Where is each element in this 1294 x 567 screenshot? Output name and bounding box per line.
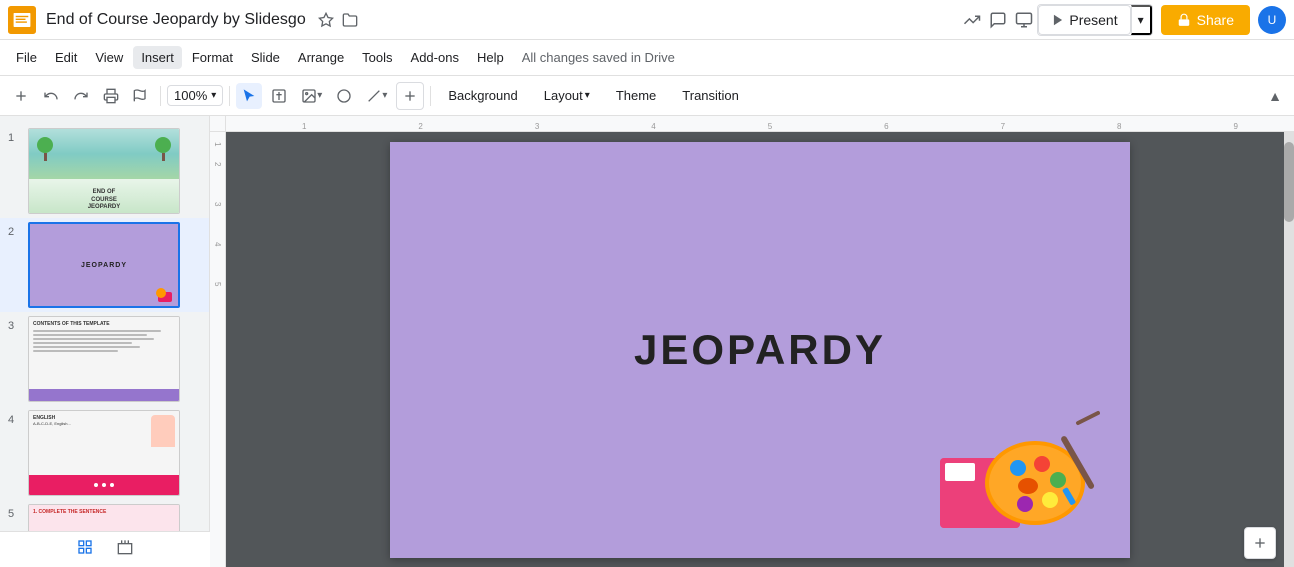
slide-thumb-1[interactable]: END OFCOURSEJEOPARDY	[28, 128, 180, 214]
slide-3-line	[33, 334, 147, 336]
slide-2-jeopardy-text: JEOPARDY	[81, 262, 127, 269]
menu-arrange[interactable]: Arrange	[290, 46, 352, 69]
ruler-vertical: 1 2 3 4 5	[210, 132, 226, 567]
scrollbar-thumb[interactable]	[1284, 142, 1294, 222]
add-slide-fab[interactable]	[1244, 527, 1276, 559]
toolbar: 100% ▾ ▾ ▾ Background Layout ▾ Theme Tra…	[0, 76, 1294, 116]
ruler-horizontal: 1 2 3 4 5 6 7 8 9	[210, 116, 1294, 132]
slide-3-line	[33, 346, 140, 348]
slide-number-2: 2	[8, 222, 22, 238]
paint-format-button[interactable]	[128, 83, 154, 109]
divider-1	[160, 86, 161, 106]
slide-3-line	[33, 338, 154, 340]
slide-item-1[interactable]: 1 END OFCOURSEJE	[0, 124, 209, 218]
zoom-control[interactable]: 100% ▾	[167, 85, 223, 106]
divider-2	[229, 86, 230, 106]
slide-3-bottom-bar	[29, 389, 179, 401]
canvas-area: 1 2 3 4 5 6 7 8 9 1 2 3 4 5	[210, 116, 1294, 567]
add-comment-button[interactable]	[396, 82, 424, 110]
slide-3-line	[33, 342, 132, 344]
slide-panel: 1 END OFCOURSEJE	[0, 116, 210, 567]
theme-button[interactable]: Theme	[605, 83, 667, 108]
toolbar-right: ▲	[1264, 84, 1286, 108]
collapse-toolbar-button[interactable]: ▲	[1264, 84, 1286, 108]
user-avatar[interactable]: U	[1258, 6, 1286, 34]
slide-number-1: 1	[8, 128, 22, 144]
slide-main-title[interactable]: JEOPARDY	[634, 326, 886, 374]
slide-item-2[interactable]: 2 JEOPARDY	[0, 218, 209, 312]
slide-thumb-4[interactable]: ENGLISHA-B-C-D-E, English...	[28, 410, 180, 496]
saved-indicator: All changes saved in Drive	[522, 50, 675, 65]
background-button[interactable]: Background	[437, 83, 528, 108]
app-logo	[8, 6, 36, 34]
layout-button[interactable]: Layout ▾	[533, 83, 601, 108]
slide-item-3[interactable]: 3 CONTENTS OF THIS TEMPLATE	[0, 312, 209, 406]
slide-decoration	[930, 408, 1100, 543]
redo-button[interactable]	[68, 83, 94, 109]
menu-file[interactable]: File	[8, 46, 45, 69]
divider-3	[430, 86, 431, 106]
canvas-with-ruler: 1 2 3 4 5 JEOPARDY	[210, 132, 1294, 567]
slide-4-dot	[102, 483, 106, 487]
menu-help[interactable]: Help	[469, 46, 512, 69]
grid-view-button[interactable]	[73, 535, 97, 564]
activity-button[interactable]	[959, 7, 985, 33]
slide-4-dot	[110, 483, 114, 487]
menu-bar: File Edit View Insert Format Slide Arran…	[0, 40, 1294, 76]
title-bar: End of Course Jeopardy by Slidesgo	[0, 0, 1294, 40]
undo-button[interactable]	[38, 83, 64, 109]
menu-insert[interactable]: Insert	[133, 46, 182, 69]
slide-canvas[interactable]: JEOPARDY	[390, 142, 1130, 558]
slide-canvas-wrapper: JEOPARDY	[226, 132, 1294, 567]
slide-number-4: 4	[8, 410, 22, 426]
present-dropdown-button[interactable]: ▾	[1131, 5, 1152, 35]
share-button[interactable]: Share	[1161, 5, 1250, 35]
menu-view[interactable]: View	[87, 46, 131, 69]
doc-title[interactable]: End of Course Jeopardy by Slidesgo	[46, 11, 306, 29]
menu-edit[interactable]: Edit	[47, 46, 85, 69]
textbox-button[interactable]	[266, 83, 292, 109]
line-button[interactable]: ▾	[361, 83, 392, 109]
slide-3-title-text: CONTENTS OF THIS TEMPLATE	[33, 321, 175, 327]
image-button[interactable]: ▾	[296, 83, 327, 109]
print-button[interactable]	[98, 83, 124, 109]
main-content: 1 END OFCOURSEJE	[0, 116, 1294, 567]
shapes-button[interactable]	[331, 83, 357, 109]
present-button[interactable]: Present	[1038, 5, 1130, 35]
menu-addons[interactable]: Add-ons	[403, 46, 467, 69]
menu-tools[interactable]: Tools	[354, 46, 400, 69]
transition-button[interactable]: Transition	[671, 83, 750, 108]
slide-4-dot	[94, 483, 98, 487]
select-tool-button[interactable]	[236, 83, 262, 109]
slide-number-3: 3	[8, 316, 22, 332]
comment-button[interactable]	[985, 7, 1011, 33]
slide-thumb-3[interactable]: CONTENTS OF THIS TEMPLATE	[28, 316, 180, 402]
slideshow-button[interactable]	[1011, 7, 1037, 33]
slide-3-line	[33, 350, 118, 352]
scrollbar-track[interactable]	[1284, 132, 1294, 567]
slide-5-title-text: 1. COMPLETE THE SENTENCE	[29, 505, 179, 519]
star-button[interactable]	[314, 8, 338, 32]
filmstrip-view-button[interactable]	[113, 535, 137, 564]
slide-3-line	[33, 330, 161, 332]
slide-thumb-2[interactable]: JEOPARDY	[28, 222, 180, 308]
folder-button[interactable]	[338, 8, 362, 32]
menu-slide[interactable]: Slide	[243, 46, 288, 69]
slide-item-4[interactable]: 4 ENGLISHA-B-C-D-E, English...	[0, 406, 209, 500]
add-slide-button[interactable]	[8, 83, 34, 109]
menu-format[interactable]: Format	[184, 46, 241, 69]
slide-number-5: 5	[8, 504, 22, 520]
